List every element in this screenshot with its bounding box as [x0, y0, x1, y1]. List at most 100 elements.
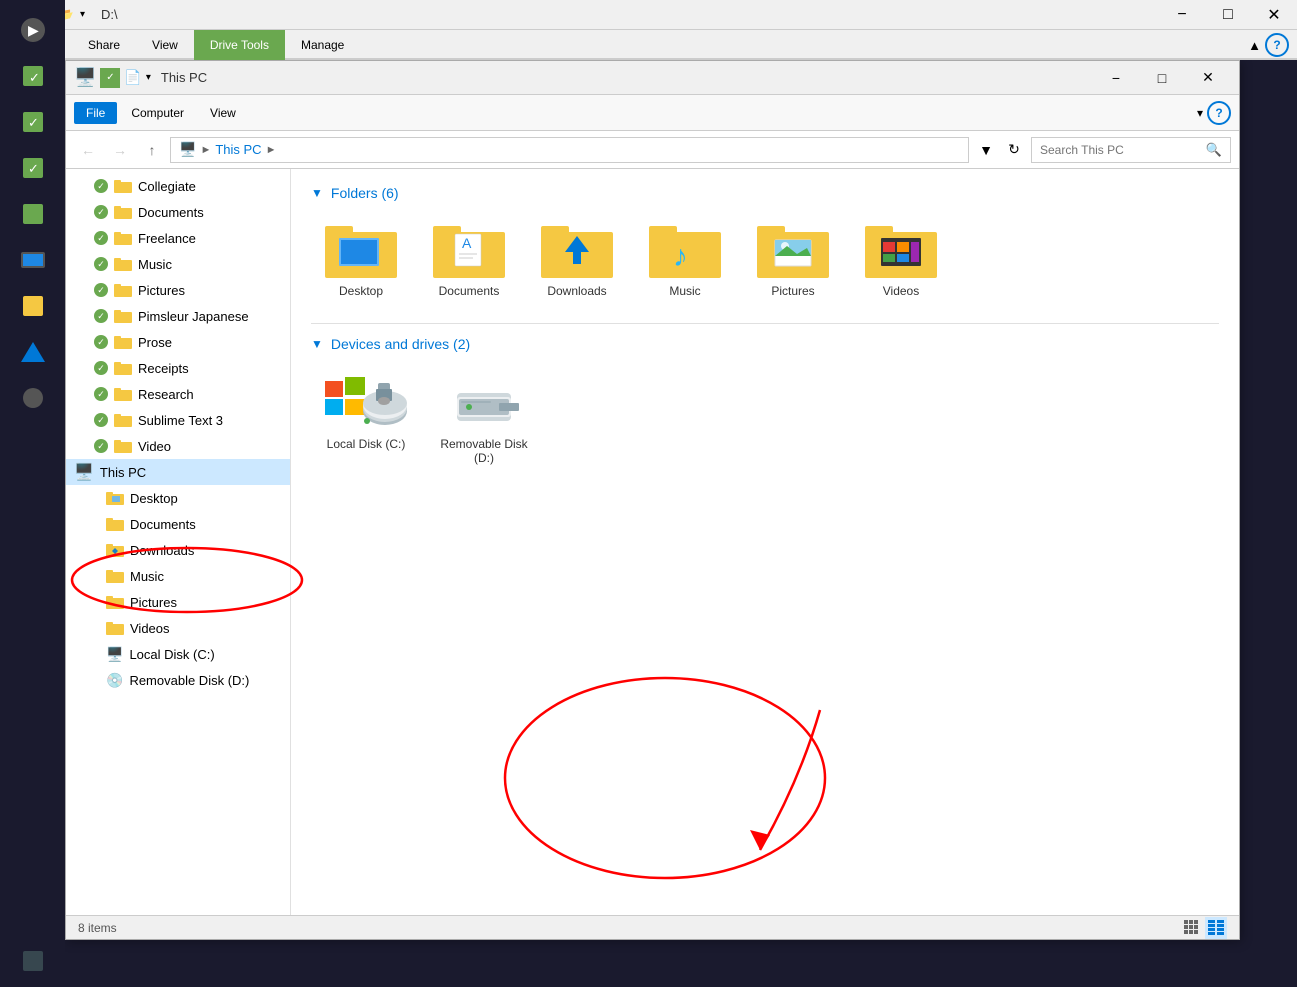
- desktop-folder-icon: [325, 222, 397, 278]
- folder-item-music[interactable]: ♪ Music: [635, 213, 735, 307]
- sidebar-item-pictures-sub[interactable]: Pictures: [66, 589, 290, 615]
- search-input[interactable]: [1040, 143, 1202, 157]
- folder-icon-research: [114, 387, 132, 401]
- explorer-title-bar: 🖥️ ✓ 📄 ▾ This PC − □ ✕: [66, 61, 1239, 95]
- folder-icon-collegiate: [114, 179, 132, 193]
- list-view-button[interactable]: [1181, 917, 1203, 939]
- tiles-view-icon: [1208, 920, 1224, 936]
- sidebar-item-desktop-sub[interactable]: Desktop: [66, 485, 290, 511]
- address-refresh-button[interactable]: ↻: [1001, 137, 1027, 163]
- sidebar-item-collegiate[interactable]: Collegiate: [66, 173, 290, 199]
- sidebar-label-documents: Documents: [138, 205, 204, 220]
- sidebar-item-pimsleur[interactable]: Pimsleur Japanese: [66, 303, 290, 329]
- address-bar: ← → ↑ 🖥️ ► This PC ► ▼ ↻ 🔍: [66, 131, 1239, 169]
- star-icon-collegiate: [94, 179, 108, 193]
- outer-dropdown-arrow[interactable]: ▾: [80, 9, 85, 20]
- music-folder-label: Music: [669, 284, 700, 298]
- content-pane: ▼ Folders (6) Desktop: [291, 169, 1239, 915]
- sidebar-item-sublime[interactable]: Sublime Text 3: [66, 407, 290, 433]
- folder-item-pictures[interactable]: Pictures: [743, 213, 843, 307]
- sidebar-item-prose[interactable]: Prose: [66, 329, 290, 355]
- star-icon-research: [94, 387, 108, 401]
- folders-toggle[interactable]: ▼: [311, 186, 323, 200]
- sidebar-item-video[interactable]: Video: [66, 433, 290, 459]
- taskbar-icon-2[interactable]: ✓: [11, 54, 55, 98]
- svg-text:♪: ♪: [673, 240, 688, 273]
- taskbar-icon-6[interactable]: [11, 238, 55, 282]
- taskbar-icon-3[interactable]: ✓: [11, 100, 55, 144]
- taskbar-icon-8[interactable]: [11, 330, 55, 374]
- sidebar-item-freelance[interactable]: Freelance: [66, 225, 290, 251]
- documents-folder-icon: A: [433, 222, 505, 278]
- explorer-help-button[interactable]: ?: [1207, 101, 1231, 125]
- outer-tab-manage[interactable]: Manage: [285, 30, 360, 60]
- taskbar-icon-7[interactable]: [11, 284, 55, 328]
- local-disk-label: Local Disk (C:): [327, 437, 406, 451]
- outer-ribbon-bar: Home Share View Drive Tools Manage ▲ ?: [0, 30, 1297, 60]
- drive-item-removabled[interactable]: Removable Disk(D:): [429, 364, 539, 474]
- taskbar-icon-9[interactable]: [11, 376, 55, 420]
- sidebar-item-documents-sub[interactable]: Documents: [66, 511, 290, 537]
- address-path[interactable]: 🖥️ ► This PC ►: [170, 137, 969, 163]
- folder-item-downloads[interactable]: Downloads: [527, 213, 627, 307]
- qa-checkmark-icon[interactable]: ✓: [100, 68, 120, 88]
- sidebar-item-receipts[interactable]: Receipts: [66, 355, 290, 381]
- sidebar-item-research[interactable]: Research: [66, 381, 290, 407]
- back-button[interactable]: ←: [74, 136, 102, 164]
- taskbar-icon-5[interactable]: [11, 192, 55, 236]
- ribbon-tab-file[interactable]: File: [74, 102, 117, 124]
- star-icon-receipts: [94, 361, 108, 375]
- path-segment-thispc[interactable]: This PC: [215, 142, 261, 157]
- quick-access-toolbar: 🖥️ ✓ 📄 ▾: [74, 67, 151, 88]
- qa-doc-icon[interactable]: 📄: [124, 69, 141, 86]
- search-box[interactable]: 🔍: [1031, 137, 1231, 163]
- taskbar-icon-4[interactable]: ✓: [11, 146, 55, 190]
- sidebar-label-pictures: Pictures: [138, 283, 185, 298]
- help-button[interactable]: ?: [1265, 33, 1289, 57]
- drive-item-localc[interactable]: Local Disk (C:): [311, 364, 421, 474]
- sidebar-item-music-sub[interactable]: Music: [66, 563, 290, 589]
- ribbon-tab-computer[interactable]: Computer: [119, 102, 196, 124]
- ribbon-tab-view[interactable]: View: [198, 102, 248, 124]
- sidebar-label-music: Music: [138, 257, 172, 272]
- address-dropdown-button[interactable]: ▼: [973, 137, 999, 163]
- up-button[interactable]: ↑: [138, 136, 166, 164]
- explorer-close-button[interactable]: ✕: [1185, 61, 1231, 95]
- this-pc-icon: 🖥️: [74, 462, 94, 482]
- taskbar-icon-1[interactable]: ▶: [11, 8, 55, 52]
- ribbon-expand-icon[interactable]: ▾: [1197, 106, 1203, 120]
- outer-tab-share[interactable]: Share: [72, 30, 136, 60]
- star-icon-sublime: [94, 413, 108, 427]
- tiles-view-button[interactable]: [1205, 917, 1227, 939]
- devices-toggle[interactable]: ▼: [311, 337, 323, 351]
- taskbar-icon-10[interactable]: [11, 939, 55, 983]
- outer-minimize-button[interactable]: −: [1159, 0, 1205, 30]
- outer-tab-view[interactable]: View: [136, 30, 194, 60]
- qa-dropdown-icon[interactable]: ▾: [146, 72, 151, 83]
- sidebar-item-thispc[interactable]: 🖥️ This PC: [66, 459, 290, 485]
- sidebar-item-localc[interactable]: 🖥️ Local Disk (C:): [66, 641, 290, 667]
- items-count: 8 items: [78, 921, 117, 935]
- outer-close-button[interactable]: ✕: [1251, 0, 1297, 30]
- star-icon-documents: [94, 205, 108, 219]
- explorer-maximize-button[interactable]: □: [1139, 61, 1185, 95]
- star-icon-freelance: [94, 231, 108, 245]
- sidebar-item-downloads-sub[interactable]: Downloads: [66, 537, 290, 563]
- sidebar-item-removabled[interactable]: 💿 Removable Disk (D:): [66, 667, 290, 693]
- ribbon-collapse-button[interactable]: ▲: [1248, 38, 1261, 53]
- sidebar-label-research: Research: [138, 387, 194, 402]
- folder-item-desktop[interactable]: Desktop: [311, 213, 411, 307]
- pictures-folder-label: Pictures: [771, 284, 814, 298]
- sidebar-item-pictures[interactable]: Pictures: [66, 277, 290, 303]
- sidebar-item-videos-sub[interactable]: Videos: [66, 615, 290, 641]
- explorer-minimize-button[interactable]: −: [1093, 61, 1139, 95]
- outer-maximize-button[interactable]: □: [1205, 0, 1251, 30]
- outer-tab-drive-tools[interactable]: Drive Tools: [194, 30, 285, 60]
- forward-button[interactable]: →: [106, 136, 134, 164]
- folder-item-documents[interactable]: A Documents: [419, 213, 519, 307]
- sidebar-item-documents[interactable]: Documents: [66, 199, 290, 225]
- sidebar-item-music[interactable]: Music: [66, 251, 290, 277]
- sidebar-label-music-sub: Music: [130, 569, 164, 584]
- folder-item-videos[interactable]: Videos: [851, 213, 951, 307]
- star-icon-video: [94, 439, 108, 453]
